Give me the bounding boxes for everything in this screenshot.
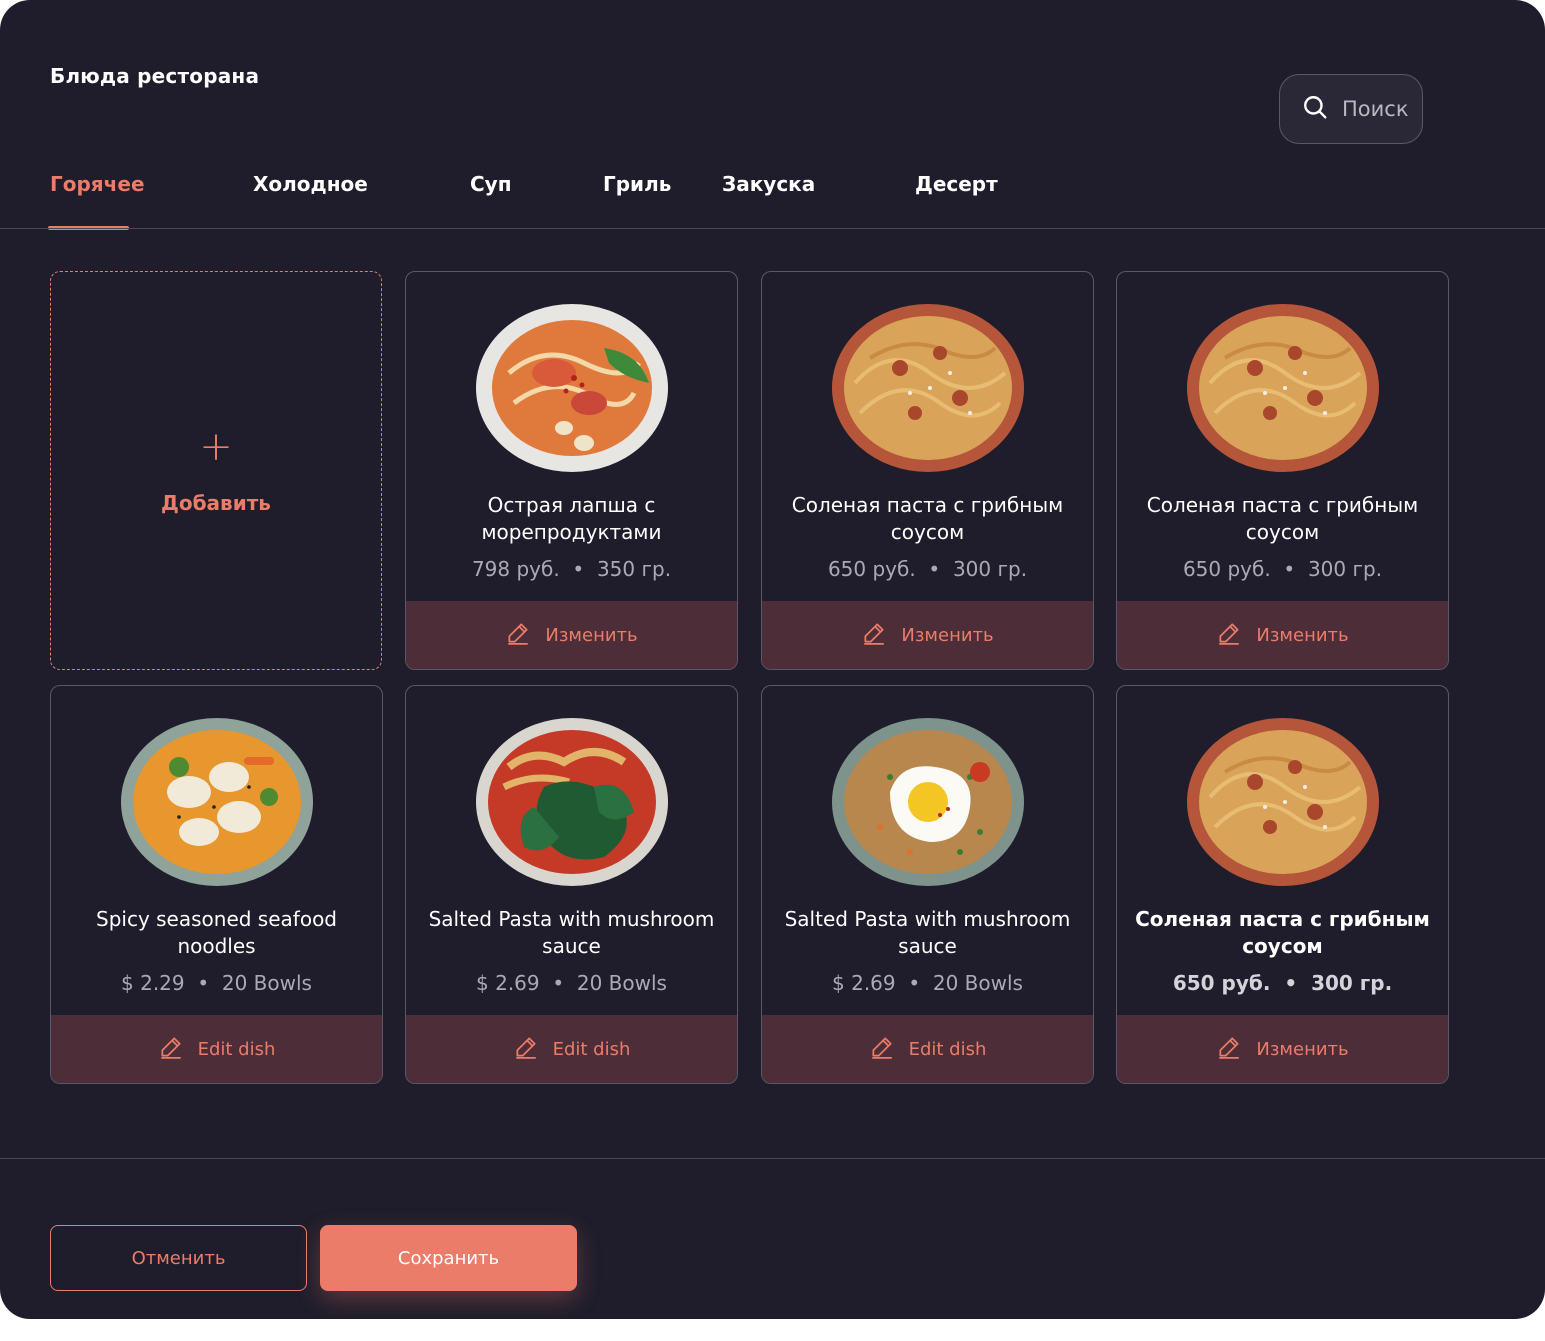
dish-name: Соленая паста с грибным соусом xyxy=(1135,907,1430,958)
pencil-icon xyxy=(1216,1034,1242,1065)
dish-price: $ 2.69 xyxy=(476,971,540,995)
cancel-button[interactable]: Отменить xyxy=(50,1225,307,1291)
edit-dish-label: Edit dish xyxy=(908,1038,987,1060)
dish-amount: 20 Bowls xyxy=(576,971,667,995)
tab-soup[interactable]: Суп xyxy=(470,172,512,196)
edit-dish-button[interactable]: Edit dish xyxy=(51,1015,382,1083)
dish-price: 650 руб. xyxy=(1172,971,1271,995)
dish-name: Salted Pasta with mushroom sauce xyxy=(428,907,715,958)
dish-price: 650 руб. xyxy=(827,557,916,581)
edit-dish-label: Изменить xyxy=(901,624,994,646)
edit-dish-button[interactable]: Изменить xyxy=(762,601,1093,669)
edit-dish-button[interactable]: Edit dish xyxy=(762,1015,1093,1083)
dish-card: Острая лапша с морепродуктами 798 руб. •… xyxy=(405,271,738,670)
dish-amount: 20 Bowls xyxy=(221,971,312,995)
ramen-greens-bowl-image xyxy=(475,718,668,886)
dish-card: Соленая паста с грибным соусом 650 руб. … xyxy=(1116,685,1449,1084)
seafood-noodle-bowl-image xyxy=(475,304,668,472)
plus-icon: + xyxy=(199,423,233,470)
dish-card: Salted Pasta with mushroom sauce $ 2.69 … xyxy=(761,685,1094,1084)
dish-meta: 650 руб. • 300 гр. xyxy=(827,557,1028,581)
edit-dish-label: Изменить xyxy=(545,624,638,646)
search-box[interactable]: Поиск xyxy=(1279,74,1423,144)
pencil-icon xyxy=(869,1034,895,1065)
search-placeholder: Поиск xyxy=(1342,97,1409,121)
dish-name: Соленая паста с грибным соусом xyxy=(1146,493,1419,544)
dumpling-curry-bowl-image xyxy=(120,718,313,886)
category-tabs: Горячее Холодное Суп Гриль Закуска Десер… xyxy=(0,170,1545,230)
dishes-panel: Блюда ресторана Поиск Горячее Холодное С… xyxy=(0,0,1545,1319)
pencil-icon xyxy=(505,620,531,651)
dish-price: 650 руб. xyxy=(1182,557,1271,581)
footer-divider xyxy=(0,1158,1545,1159)
edit-dish-button[interactable]: Изменить xyxy=(1117,601,1448,669)
tab-appetizer[interactable]: Закуска xyxy=(722,172,815,196)
pencil-icon xyxy=(513,1034,539,1065)
pencil-icon xyxy=(861,620,887,651)
tab-hot[interactable]: Горячее xyxy=(50,172,145,196)
pencil-icon xyxy=(158,1034,184,1065)
dish-card: Соленая паста с грибным соусом 650 руб. … xyxy=(1116,271,1449,670)
dish-meta: $ 2.69 • 20 Bowls xyxy=(832,971,1023,995)
edit-dish-label: Изменить xyxy=(1256,624,1349,646)
edit-dish-label: Edit dish xyxy=(197,1038,276,1060)
dish-name: Salted Pasta with mushroom sauce xyxy=(784,907,1071,958)
dish-price: 798 руб. xyxy=(471,557,560,581)
dish-amount: 300 гр. xyxy=(1311,971,1393,995)
edit-dish-button[interactable]: Изменить xyxy=(1117,1015,1448,1083)
dish-name: Spicy seasoned seafood noodles xyxy=(96,907,337,958)
dish-meta: $ 2.29 • 20 Bowls xyxy=(121,971,312,995)
dish-price: $ 2.29 xyxy=(121,971,185,995)
spaghetti-bowl-image xyxy=(831,304,1024,472)
page-title: Блюда ресторана xyxy=(50,64,260,88)
dish-amount: 300 гр. xyxy=(952,557,1028,581)
dish-amount: 20 Bowls xyxy=(932,971,1023,995)
dish-card: Salted Pasta with mushroom sauce $ 2.69 … xyxy=(405,685,738,1084)
edit-dish-button[interactable]: Edit dish xyxy=(406,1015,737,1083)
edit-dish-button[interactable]: Изменить xyxy=(406,601,737,669)
tabs-divider xyxy=(0,228,1545,229)
add-dish-label: Добавить xyxy=(161,490,271,515)
spaghetti-bowl-image xyxy=(1186,718,1379,886)
pencil-icon xyxy=(1216,620,1242,651)
tab-grill[interactable]: Гриль xyxy=(603,172,671,196)
tab-cold[interactable]: Холодное xyxy=(253,172,368,196)
dish-meta: 798 руб. • 350 гр. xyxy=(471,557,672,581)
dish-meta: 650 руб. • 300 гр. xyxy=(1172,971,1393,995)
dish-price: $ 2.69 xyxy=(832,971,896,995)
edit-dish-label: Изменить xyxy=(1256,1038,1349,1060)
dish-meta: 650 руб. • 300 гр. xyxy=(1182,557,1383,581)
dish-amount: 350 гр. xyxy=(596,557,672,581)
dish-card: Spicy seasoned seafood noodles $ 2.29 • … xyxy=(50,685,383,1084)
spaghetti-bowl-image xyxy=(1186,304,1379,472)
dish-name: Соленая паста с грибным соусом xyxy=(791,493,1064,544)
dish-card: Соленая паста с грибным соусом 650 руб. … xyxy=(761,271,1094,670)
search-icon xyxy=(1302,94,1328,125)
tab-dessert[interactable]: Десерт xyxy=(915,172,998,196)
dish-name: Острая лапша с морепродуктами xyxy=(481,493,662,544)
edit-dish-label: Edit dish xyxy=(552,1038,631,1060)
add-dish-card[interactable]: + Добавить xyxy=(50,271,382,670)
dish-amount: 300 гр. xyxy=(1307,557,1383,581)
dish-meta: $ 2.69 • 20 Bowls xyxy=(476,971,667,995)
fried-rice-egg-bowl-image xyxy=(831,718,1024,886)
save-button[interactable]: Сохранить xyxy=(320,1225,577,1291)
